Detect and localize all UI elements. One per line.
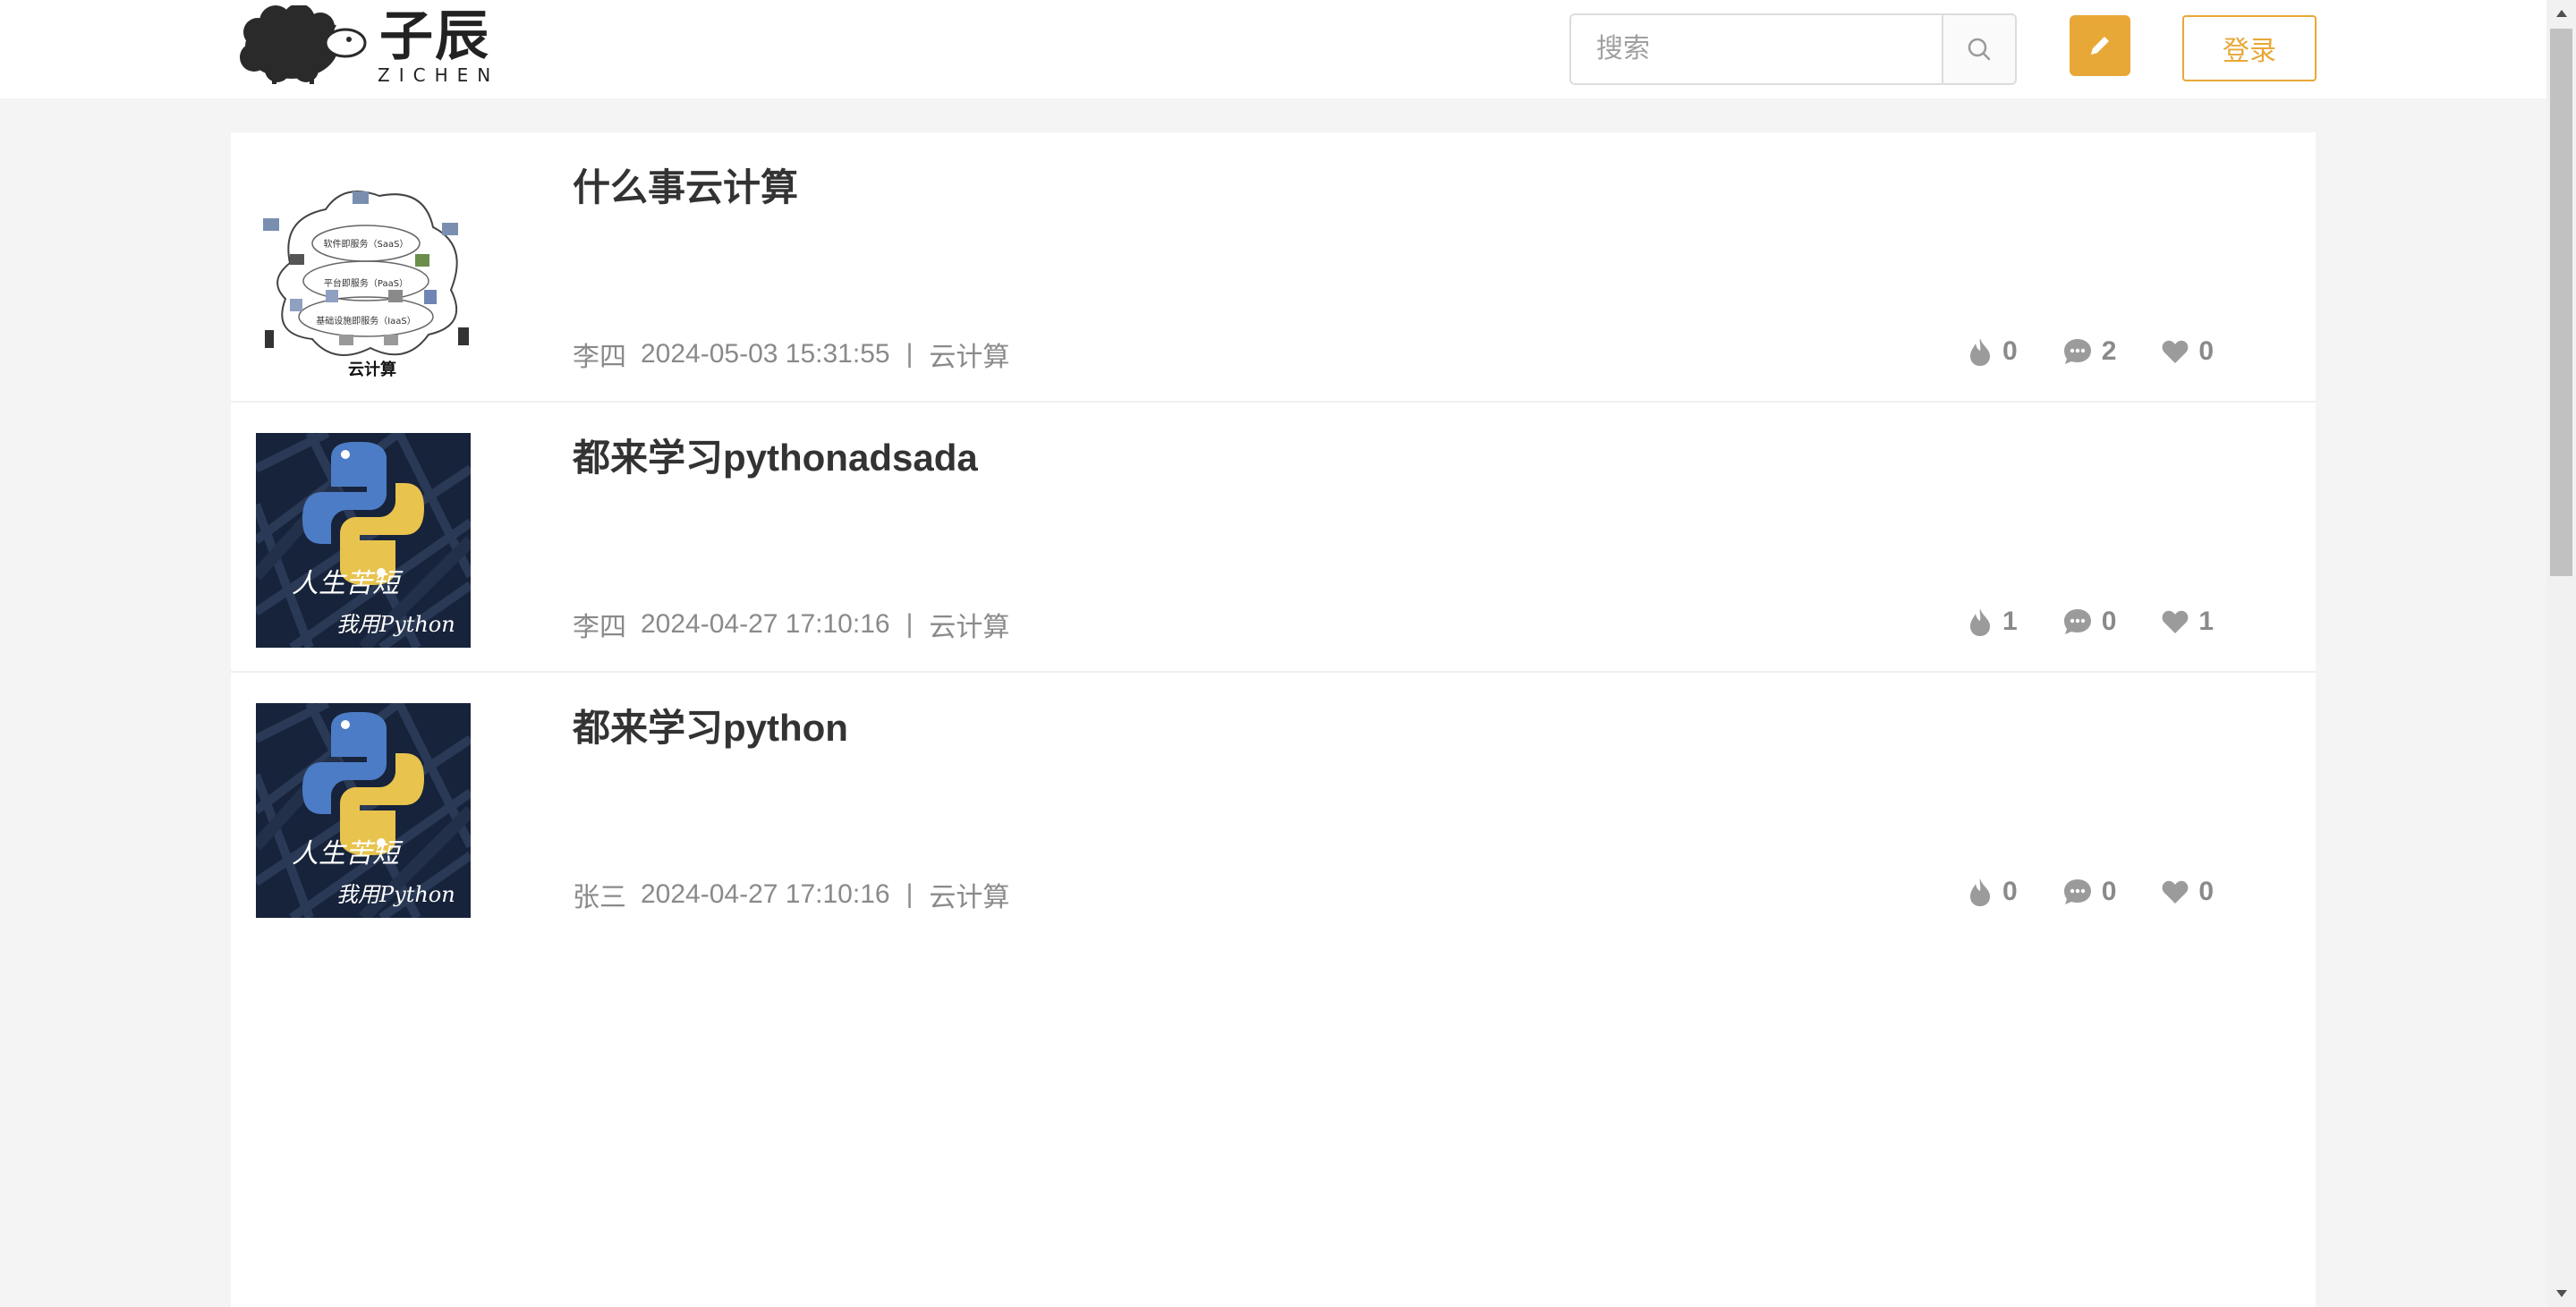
comment-count: 2 — [2101, 336, 2117, 366]
page-scrollbar[interactable] — [2546, 0, 2576, 1307]
favorite-count: 0 — [2198, 877, 2215, 906]
sheep-logo-icon — [240, 5, 367, 84]
flame-icon — [1970, 608, 1990, 636]
favorite-stat[interactable]: 1 — [2161, 607, 2214, 637]
category-link[interactable]: 云计算 — [929, 335, 1009, 374]
meta-separator: | — [905, 339, 914, 369]
favorite-count: 1 — [2198, 607, 2215, 636]
poster-line-2: 我用Python — [336, 882, 455, 907]
search-input[interactable] — [1571, 15, 1942, 83]
cloud-caption: 云计算 — [348, 360, 396, 379]
cloud-label-paas: 平台即服务（PaaS） — [324, 277, 408, 289]
write-article-button[interactable] — [2070, 15, 2130, 76]
article-thumbnail[interactable]: 人生苦短 我用Python — [256, 433, 471, 648]
flame-icon — [1970, 878, 1990, 906]
comment-icon — [2063, 609, 2091, 634]
article-title[interactable]: 都来学习pythonadsada — [573, 428, 978, 482]
like-stat[interactable]: 0 — [1967, 336, 2018, 367]
cloud-label-iaas: 基础设施即服务（IaaS） — [316, 315, 416, 327]
heart-icon — [2162, 340, 2189, 363]
article-item[interactable]: 软件即服务（SaaS） 平台即服务（PaaS） 基础设施即服务（IaaS） 云计… — [231, 132, 2316, 403]
favorite-count: 0 — [2198, 336, 2215, 366]
like-count: 1 — [2002, 607, 2018, 636]
poster-line-1: 人生苦短 — [292, 568, 404, 599]
meta-separator: | — [905, 879, 914, 909]
meta-separator: | — [905, 609, 914, 639]
cloud-label-saas: 软件即服务（SaaS） — [324, 238, 409, 250]
article-stats: 1 0 1 — [1967, 607, 2258, 637]
article-thumbnail[interactable]: 人生苦短 我用Python — [256, 703, 471, 918]
author-name[interactable]: 张三 — [573, 875, 626, 914]
comment-icon — [2063, 339, 2091, 364]
article-meta: 张三 2024-04-27 17:10:16 | 云计算 — [573, 875, 1009, 914]
poster-line-1: 人生苦短 — [292, 838, 404, 870]
category-link[interactable]: 云计算 — [929, 605, 1009, 644]
logo-text: 子辰 — [379, 5, 490, 68]
search-icon — [1968, 38, 1991, 61]
scroll-down-arrow-icon[interactable] — [2546, 1280, 2576, 1307]
publish-date: 2024-04-27 17:10:16 — [641, 609, 890, 639]
publish-date: 2024-04-27 17:10:16 — [641, 879, 890, 909]
heart-icon — [2162, 880, 2189, 904]
publish-date: 2024-05-03 15:31:55 — [641, 339, 890, 369]
python-poster-image: 人生苦短 我用Python — [256, 703, 471, 918]
login-button[interactable]: 登录 — [2182, 15, 2317, 81]
flame-icon — [1970, 338, 1990, 366]
like-stat[interactable]: 1 — [1967, 607, 2018, 637]
cloud-diagram-image: 软件即服务（SaaS） 平台即服务（PaaS） 基础设施即服务（IaaS） 云计… — [254, 156, 478, 381]
article-meta: 李四 2024-05-03 15:31:55 | 云计算 — [573, 335, 1009, 374]
comment-stat[interactable]: 0 — [2062, 877, 2117, 907]
scroll-up-arrow-icon[interactable] — [2546, 0, 2576, 27]
heart-icon — [2162, 610, 2189, 633]
author-name[interactable]: 李四 — [573, 605, 626, 644]
pencil-icon — [2091, 37, 2109, 55]
top-header: 子辰 ZICHEN 登录 — [0, 0, 2546, 98]
author-name[interactable]: 李四 — [573, 335, 626, 374]
like-stat[interactable]: 0 — [1967, 877, 2018, 907]
article-stats: 0 0 0 — [1967, 877, 2258, 907]
category-link[interactable]: 云计算 — [929, 875, 1009, 914]
article-meta: 李四 2024-04-27 17:10:16 | 云计算 — [573, 605, 1009, 644]
article-title[interactable]: 都来学习python — [573, 698, 848, 752]
favorite-stat[interactable]: 0 — [2161, 877, 2214, 907]
article-list: 软件即服务（SaaS） 平台即服务（PaaS） 基础设施即服务（IaaS） 云计… — [231, 132, 2316, 1307]
comment-icon — [2063, 879, 2091, 904]
python-poster-image: 人生苦短 我用Python — [256, 433, 471, 648]
poster-line-2: 我用Python — [336, 612, 455, 637]
scrollbar-thumb[interactable] — [2550, 29, 2572, 576]
article-stats: 0 2 0 — [1967, 336, 2258, 367]
article-thumbnail[interactable]: 软件即服务（SaaS） 平台即服务（PaaS） 基础设施即服务（IaaS） 云计… — [254, 156, 478, 381]
search-button[interactable] — [1942, 15, 2015, 83]
favorite-stat[interactable]: 0 — [2161, 336, 2214, 367]
search-box — [1569, 13, 2017, 85]
like-count: 0 — [2002, 336, 2018, 366]
article-item[interactable]: 人生苦短 我用Python 都来学习python 张三 2024-04-27 1… — [231, 673, 2316, 943]
like-count: 0 — [2002, 877, 2018, 906]
comment-count: 0 — [2101, 607, 2117, 636]
site-logo[interactable]: 子辰 ZICHEN — [236, 5, 514, 86]
comment-stat[interactable]: 0 — [2062, 607, 2117, 637]
logo-subtitle: ZICHEN — [378, 64, 500, 86]
article-item[interactable]: 人生苦短 我用Python 都来学习pythonadsada 李四 2024-0… — [231, 403, 2316, 673]
comment-count: 0 — [2101, 877, 2117, 906]
article-title[interactable]: 什么事云计算 — [573, 157, 798, 212]
comment-stat[interactable]: 2 — [2062, 336, 2117, 367]
